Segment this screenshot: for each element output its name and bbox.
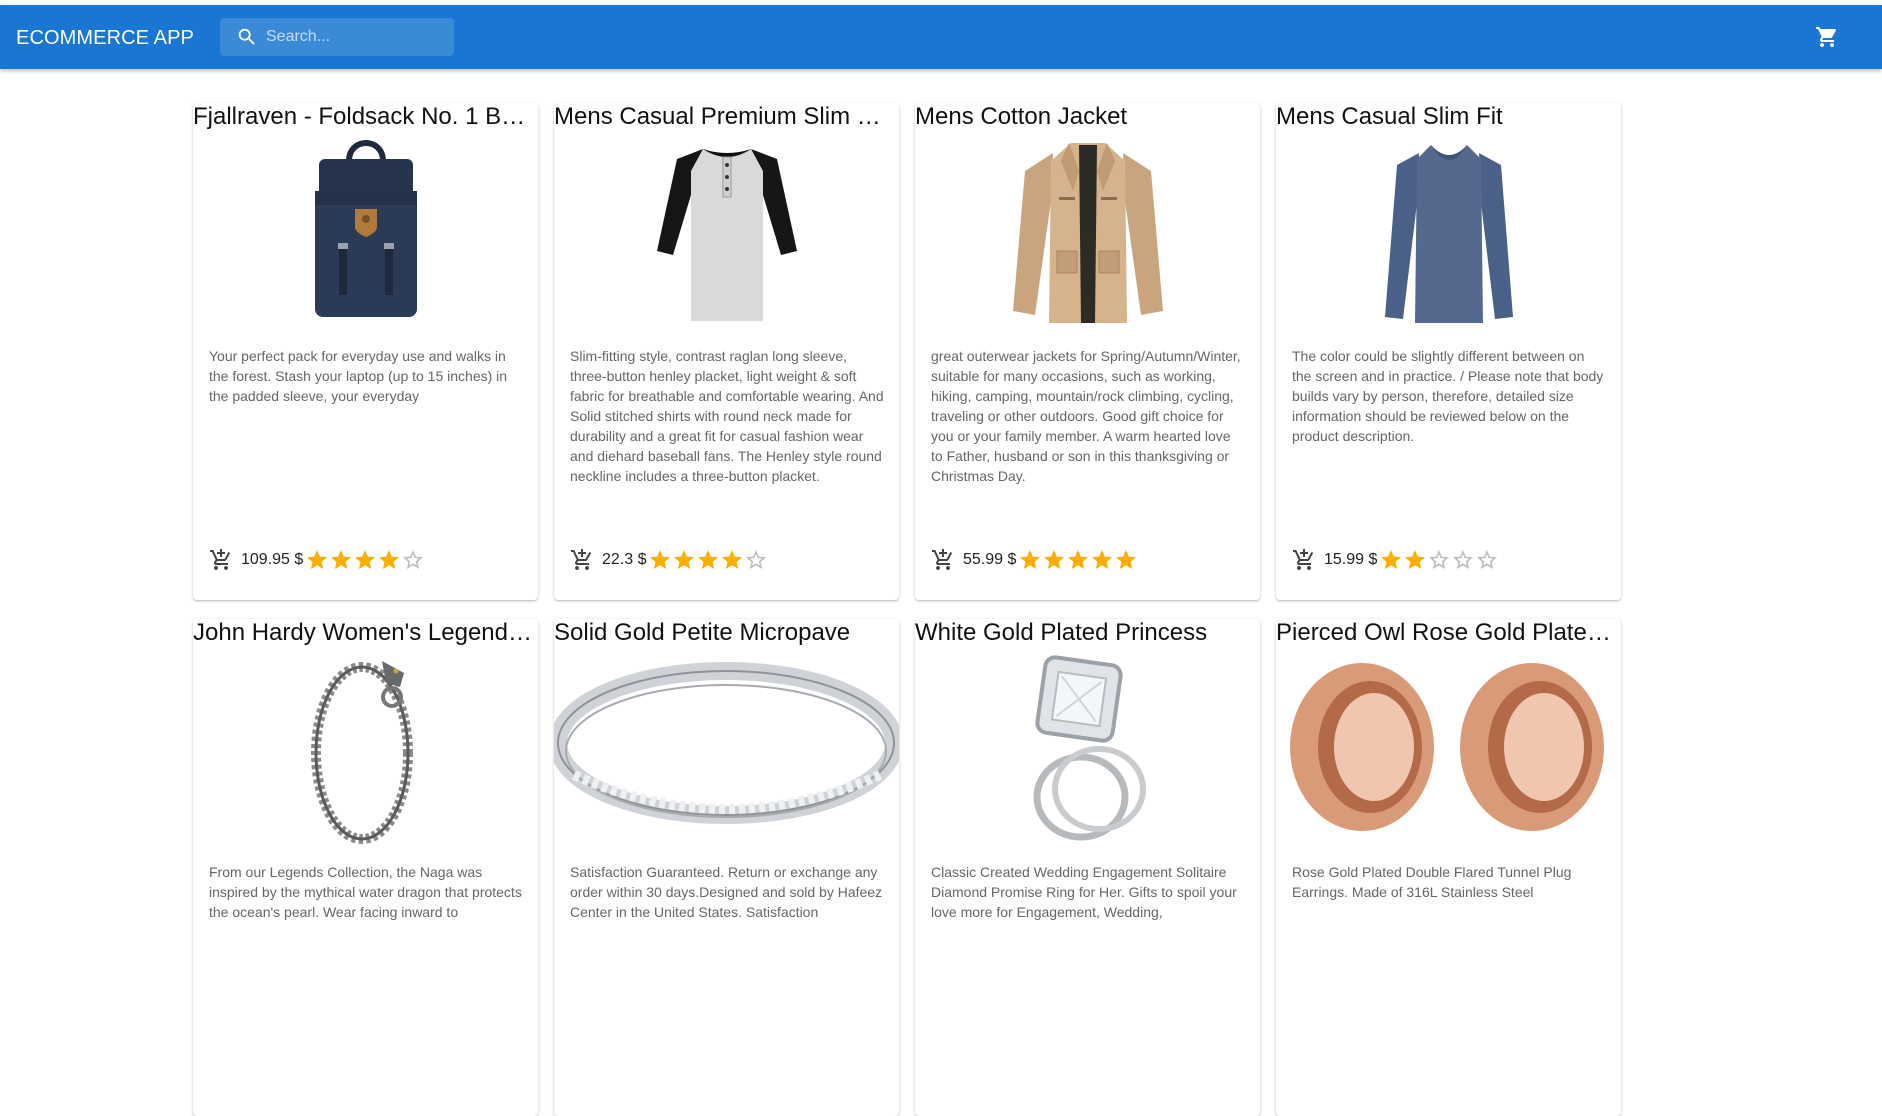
star-filled-icon [722, 550, 743, 569]
product-image [1276, 131, 1621, 331]
star-filled-icon [307, 550, 328, 569]
product-title: Fjallraven - Foldsack No. 1 Backpack, Fi… [193, 103, 538, 130]
app-title: ECOMMERCE APP [16, 27, 194, 49]
star-filled-icon [355, 550, 376, 569]
product-title: Solid Gold Petite Micropave [554, 619, 851, 646]
product-card[interactable]: Pierced Owl Rose Gold Plated Stainless S… [1276, 619, 1621, 1116]
star-filled-icon [1405, 550, 1426, 569]
star-filled-icon [379, 550, 400, 569]
product-card[interactable]: Solid Gold Petite Micropave Satisfaction… [554, 619, 899, 1116]
product-footer: 15.99 $ [1292, 547, 1499, 573]
cart-button[interactable] [1812, 22, 1842, 52]
star-empty-icon [1429, 550, 1450, 569]
add-to-cart-icon[interactable] [931, 548, 955, 572]
product-title: Mens Casual Slim Fit [1276, 103, 1503, 130]
princess-ring-image [1033, 655, 1146, 841]
product-card[interactable]: White Gold Plated Princess Classic Creat… [915, 619, 1260, 1116]
product-card[interactable]: Fjallraven - Foldsack No. 1 Backpack, Fi… [193, 103, 538, 600]
long-sleeve-shirt-image [1384, 145, 1513, 323]
backpack-image [314, 140, 417, 317]
product-price: 15.99 $ [1324, 551, 1378, 568]
product-image [915, 647, 1260, 847]
product-description: The color could be slightly different be… [1292, 348, 1604, 444]
product-image [193, 131, 538, 331]
product-card[interactable]: Mens Casual Slim Fit The color could be … [1276, 103, 1621, 600]
product-description: Classic Created Wedding Engagement Solit… [931, 864, 1237, 920]
add-to-cart-icon[interactable] [1292, 548, 1316, 572]
star-empty-icon [403, 550, 424, 569]
search-icon [238, 28, 255, 45]
product-image [554, 131, 899, 331]
product-description: From our Legends Collection, the Naga wa… [209, 864, 522, 920]
ring-image [554, 662, 899, 824]
tshirt-image [656, 149, 797, 321]
star-rating [305, 548, 425, 572]
product-description: Rose Gold Plated Double Flared Tunnel Pl… [1292, 864, 1572, 900]
star-filled-icon [1092, 550, 1113, 569]
product-title: Mens Cotton Jacket [915, 103, 1128, 130]
product-description: Satisfaction Guaranteed. Return or excha… [570, 864, 883, 920]
product-price: 109.95 $ [241, 551, 304, 568]
star-filled-icon [650, 550, 671, 569]
product-title: Mens Casual Premium Slim Fit T-Shirts [554, 103, 899, 130]
product-grid: Fjallraven - Foldsack No. 1 Backpack, Fi… [193, 103, 1621, 1116]
star-filled-icon [1116, 550, 1137, 569]
product-card[interactable]: John Hardy Women's Legends Naga Gold & S… [193, 619, 538, 1116]
bracelet-image [310, 661, 413, 844]
product-card[interactable]: Mens Cotton Jacket great outerwear jacke… [915, 103, 1260, 600]
product-footer: 55.99 $ [931, 547, 1138, 573]
shopping-cart-icon [1816, 27, 1837, 47]
search-input[interactable] [266, 18, 451, 56]
product-title: White Gold Plated Princess [915, 619, 1208, 646]
add-to-cart-icon[interactable] [570, 548, 594, 572]
product-price: 55.99 $ [963, 551, 1017, 568]
product-description: Your perfect pack for everyday use and w… [209, 348, 508, 404]
product-image [193, 647, 538, 847]
product-image [1276, 647, 1621, 847]
jacket-image [1012, 143, 1163, 323]
product-card[interactable]: Mens Casual Premium Slim Fit T-Shirts Sl… [554, 103, 899, 600]
star-empty-icon [1477, 550, 1498, 569]
product-footer: 22.3 $ [570, 547, 768, 573]
product-price: 22.3 $ [602, 551, 647, 568]
star-filled-icon [1381, 550, 1402, 569]
app-bar: ECOMMERCE APP [0, 5, 1882, 69]
product-description: Slim-fitting style, contrast raglan long… [570, 348, 884, 484]
star-rating [1018, 548, 1138, 572]
add-to-cart-icon[interactable] [209, 548, 233, 572]
star-filled-icon [1068, 550, 1089, 569]
star-empty-icon [746, 550, 767, 569]
star-rating [648, 548, 768, 572]
star-filled-icon [331, 550, 352, 569]
product-title: John Hardy Women's Legends Naga Gold & S… [193, 619, 538, 646]
product-image [915, 131, 1260, 331]
product-description: great outerwear jackets for Spring/Autum… [931, 348, 1241, 484]
search-box[interactable] [220, 18, 454, 56]
tunnel-plugs-image [1290, 663, 1604, 831]
star-rating [1379, 548, 1499, 572]
star-filled-icon [698, 550, 719, 569]
product-title: Pierced Owl Rose Gold Plated Stainless S… [1276, 619, 1621, 646]
star-empty-icon [1453, 550, 1474, 569]
star-filled-icon [1020, 550, 1041, 569]
product-image [554, 647, 899, 847]
product-footer: 109.95 $ [209, 547, 425, 573]
star-filled-icon [674, 550, 695, 569]
star-filled-icon [1044, 550, 1065, 569]
